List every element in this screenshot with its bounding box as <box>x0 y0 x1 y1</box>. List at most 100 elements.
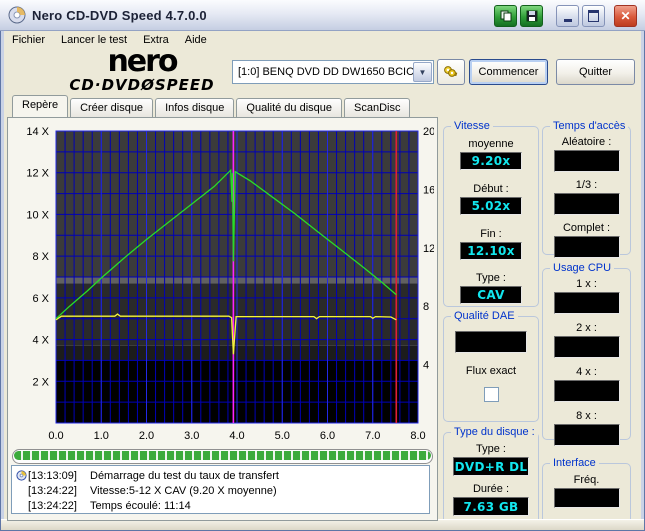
close-button[interactable]: ✕ <box>614 5 637 27</box>
lcd-cpu-4x <box>553 380 620 402</box>
lcd-disc-type: DVD+R DL <box>453 457 529 476</box>
group-vitesse: Vitesse moyenne 9.20x Début : 5.02x Fin … <box>443 120 539 307</box>
label-debut: Début : <box>473 183 509 195</box>
app-icon <box>8 6 26 24</box>
label-freq: Fréq. <box>573 474 600 486</box>
titlebar: Nero CD-DVD Speed 4.7.0.0 ✕ <box>0 0 645 31</box>
log-entry: [13:24:22] Vitesse:5-12 X CAV (9.20 X mo… <box>14 483 429 498</box>
log-text: Vitesse:5-12 X CAV (9.20 X moyenne) <box>90 484 277 497</box>
group-usage-cpu-title: Usage CPU <box>550 262 615 274</box>
minimize-button[interactable] <box>556 5 579 27</box>
transfer-rate-chart: 14 X 12 X 10 X 8 X 6 X 4 X 2 X 20 16 12 8 4 0.0 1.0 2.… <box>26 126 434 442</box>
right-axis-label: 16 <box>423 184 434 196</box>
label-complet: Complet : <box>562 222 611 234</box>
flux-exact-checkbox[interactable] <box>483 387 499 402</box>
tab-repere[interactable]: Repère <box>12 95 69 117</box>
test-progress-fill <box>14 451 431 460</box>
group-type-disque: Type du disque : Type : DVD+R DL Durée :… <box>443 426 539 525</box>
lcd-speed-type: CAV <box>460 286 522 304</box>
x-axis-label: 0.0 <box>48 430 63 442</box>
lcd-random-access <box>553 150 620 172</box>
save-icon <box>526 10 537 22</box>
group-temps-acces-title: Temps d'accès <box>550 120 629 132</box>
menu-aide[interactable]: Aide <box>177 33 215 47</box>
drive-select-value: [1:0] BENQ DVD DD DW1650 BCIC <box>238 66 413 78</box>
log-text: Démarrage du test du taux de transfert <box>90 469 279 482</box>
x-axis-label: 1.0 <box>94 430 109 442</box>
label-cpu-4x: 4 x : <box>576 366 597 378</box>
nero-logo-wordmark: nero <box>107 44 178 79</box>
lcd-cpu-8x <box>553 424 620 446</box>
window-title: Nero CD-DVD Speed 4.7.0.0 <box>32 7 207 23</box>
lcd-start-speed: 5.02x <box>460 197 522 215</box>
lcd-average-speed: 9.20x <box>460 152 522 170</box>
group-interface-title: Interface <box>550 457 599 469</box>
eject-disc-button[interactable] <box>437 59 465 85</box>
label-moyenne: moyenne <box>468 138 514 150</box>
menu-fichier[interactable]: Fichier <box>4 33 53 47</box>
lcd-full-access <box>553 236 620 258</box>
group-qualite-dae: Qualité DAE Flux exact <box>443 310 539 422</box>
save-chart-button[interactable] <box>520 5 543 27</box>
x-axis-label: 4.0 <box>229 430 244 442</box>
keys-icon <box>444 66 458 77</box>
label-duree: Durée : <box>472 483 510 495</box>
label-disc-type: Type : <box>476 443 506 455</box>
tab-scandisc[interactable]: ScanDisc <box>344 98 411 117</box>
lcd-end-speed: 12.10x <box>460 242 522 260</box>
label-type: Type : <box>476 272 506 284</box>
lcd-disc-capacity: 7.63 GB <box>453 497 529 516</box>
cdd-speed-wordmark: CD·DVDØSPEED <box>69 76 215 94</box>
x-axis-label: 7.0 <box>365 430 380 442</box>
left-axis-label: 6 X <box>32 293 49 305</box>
label-fin: Fin : <box>480 228 502 240</box>
chevron-down-icon[interactable]: ▼ <box>413 62 432 82</box>
tab-infos-disque[interactable]: Infos disque <box>155 98 235 117</box>
drive-select[interactable]: [1:0] BENQ DVD DD DW1650 BCIC ▼ <box>232 60 434 84</box>
right-axis-label: 20 <box>423 126 434 138</box>
log-time: [13:24:22] <box>28 499 77 512</box>
maximize-button[interactable] <box>582 5 605 27</box>
label-cpu-8x: 8 x : <box>576 410 597 422</box>
log-entry: [13:13:09] Démarrage du test du taux de … <box>14 468 429 483</box>
label-cpu-2x: 2 x : <box>576 322 597 334</box>
x-axis-label: 8.0 <box>410 430 425 442</box>
x-axis-label: 5.0 <box>275 430 290 442</box>
lcd-one-third-access <box>553 193 620 215</box>
tab-qualite-du-disque[interactable]: Qualité du disque <box>236 98 343 117</box>
group-usage-cpu: Usage CPU 1 x : 2 x : 4 x : 8 x : <box>542 262 631 446</box>
label-cpu-1x: 1 x : <box>576 278 597 290</box>
tab-strip: Repère Créer disque Infos disque Qualité… <box>12 95 412 117</box>
right-axis-label: 4 <box>423 360 429 372</box>
label-flux-exact: Flux exact <box>465 365 517 377</box>
left-axis-label: 2 X <box>32 376 49 388</box>
log-text: Temps écoulé: 11:14 <box>90 499 191 512</box>
right-axis-label: 12 <box>423 243 434 255</box>
label-aleatoire: Aléatoire : <box>561 136 612 148</box>
nero-logo: nero CD·DVDØSPEED <box>48 47 236 93</box>
quit-button-label: Quitter <box>578 66 612 78</box>
start-button-label: Commencer <box>478 66 539 78</box>
quit-button[interactable]: Quitter <box>556 59 635 85</box>
app-window: Nero CD-DVD Speed 4.7.0.0 ✕ Fichier Lanc… <box>0 0 645 531</box>
log-time: [13:13:09] <box>28 469 77 482</box>
group-qualite-dae-title: Qualité DAE <box>451 310 518 322</box>
lcd-interface-freq <box>553 488 620 508</box>
group-vitesse-title: Vitesse <box>451 120 493 132</box>
maximize-icon <box>588 10 599 22</box>
group-type-disque-title: Type du disque : <box>451 426 538 438</box>
start-button[interactable]: Commencer <box>469 59 548 85</box>
log-box[interactable]: [13:13:09] Démarrage du test du taux de … <box>11 465 430 514</box>
benchmark-tab-page: 14 X 12 X 10 X 8 X 6 X 4 X 2 X 20 16 12 8 4 0.0 1.0 2.… <box>7 117 438 521</box>
left-axis-label: 14 X <box>26 126 49 138</box>
right-axis-label: 8 <box>423 301 429 313</box>
minimize-icon <box>563 19 572 22</box>
disc-icon <box>15 470 27 481</box>
left-axis-label: 8 X <box>32 251 49 263</box>
copy-chart-button[interactable] <box>494 5 517 27</box>
tab-creer-disque[interactable]: Créer disque <box>70 98 154 117</box>
x-axis-label: 2.0 <box>139 430 154 442</box>
close-icon: ✕ <box>620 9 631 23</box>
log-entry: [13:24:22] Temps écoulé: 11:14 <box>14 498 429 513</box>
log-time: [13:24:22] <box>28 484 77 497</box>
